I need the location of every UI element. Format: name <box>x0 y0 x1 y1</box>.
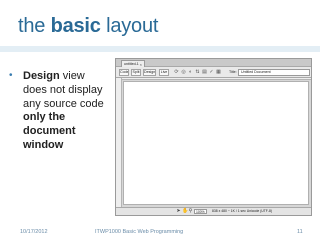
check-page-icon[interactable]: ✓ <box>209 70 214 75</box>
footer-date: 10/17/2012 <box>20 229 48 235</box>
title-word-layout: layout <box>106 15 159 37</box>
dreamweaver-screenshot: untitled-1 × Code Split Design Live ⟳ ◎ … <box>115 58 312 216</box>
bullet-text: Design view does not display any source … <box>23 70 111 153</box>
hand-tool-icon[interactable]: ✋ <box>182 209 188 214</box>
design-view-button[interactable]: Design <box>143 69 156 76</box>
code-view-button[interactable]: Code <box>119 69 129 76</box>
refresh-icon[interactable]: ⟳ <box>174 70 179 75</box>
design-view-canvas[interactable] <box>123 81 309 205</box>
horizontal-ruler <box>122 78 311 80</box>
view-options-icon[interactable]: ▦ <box>216 70 221 75</box>
page-number: 11 <box>297 229 303 235</box>
zoom-select[interactable]: 100% <box>194 209 207 214</box>
status-info: 838 x 480 ~ 1K / 1 sec Unicode (UTF-8) <box>212 209 273 213</box>
bullet-icon: • <box>9 70 13 81</box>
bullet-text-emphasis: only the document window <box>23 111 76 151</box>
document-tab[interactable]: untitled-1 × <box>121 60 145 67</box>
title-word-the: the <box>18 15 46 37</box>
status-bar: ➤ ✋ ⚲ 100% 838 x 480 ~ 1K / 1 sec Unicod… <box>116 207 311 215</box>
vertical-ruler <box>116 78 122 208</box>
document-toolbar: Code Split Design Live ⟳ ◎ ◐ ⇅ ▤ ✓ ▦ Tit… <box>116 67 311 78</box>
split-view-button[interactable]: Split <box>131 69 141 76</box>
document-tab-bar: untitled-1 × <box>116 59 311 67</box>
live-view-button[interactable]: Live <box>159 69 169 76</box>
bullet-text-design: Design <box>23 70 60 82</box>
preview-icon[interactable]: ◐ <box>188 70 193 75</box>
zoom-tool-icon[interactable]: ⚲ <box>188 209 193 214</box>
title-divider <box>0 46 320 52</box>
title-label: Title: <box>229 70 237 74</box>
slide-title: the basic layout <box>18 15 158 38</box>
title-word-basic: basic <box>50 15 101 37</box>
file-management-icon[interactable]: ⇅ <box>195 70 200 75</box>
title-input[interactable]: Untitled Document <box>238 69 310 76</box>
select-tool-icon[interactable]: ➤ <box>176 209 181 214</box>
document-tab-label: untitled-1 <box>124 62 139 66</box>
footer-course: ITWP1000 Basic Web Programming <box>95 229 184 235</box>
inspect-icon[interactable]: ◎ <box>181 70 186 75</box>
visual-aids-icon[interactable]: ▤ <box>202 70 207 75</box>
